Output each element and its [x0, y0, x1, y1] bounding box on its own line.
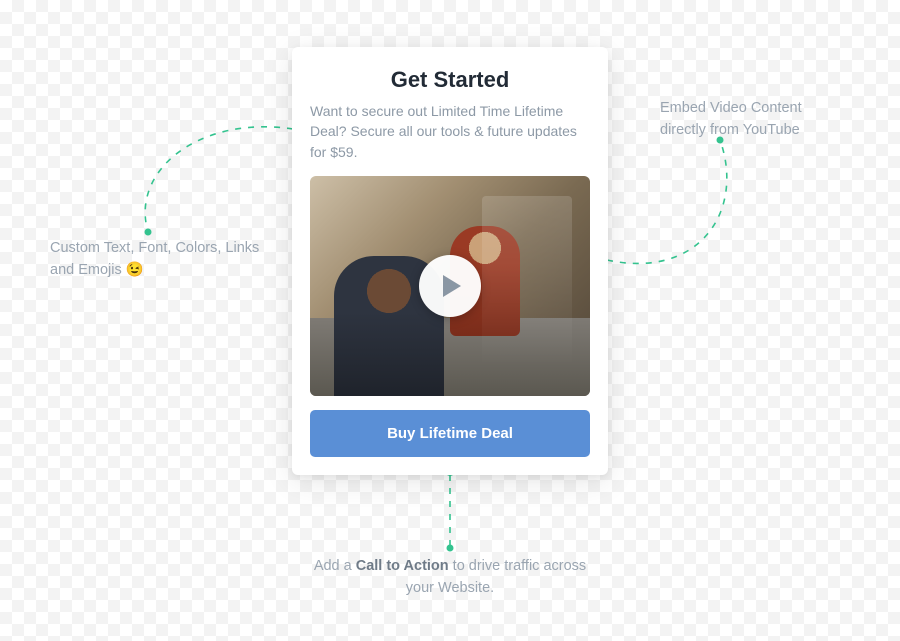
annotation-call-to-action: Add a Call to Action to drive traffic ac…: [300, 556, 600, 600]
card-description: Want to secure out Limited Time Lifetime…: [310, 101, 590, 162]
annotation-embed-video: Embed Video Content directly from YouTub…: [660, 98, 850, 142]
play-button[interactable]: [419, 255, 481, 317]
buy-lifetime-deal-button[interactable]: Buy Lifetime Deal: [310, 410, 590, 457]
promo-card: Get Started Want to secure out Limited T…: [292, 47, 608, 475]
annotation-cta-bold: Call to Action: [356, 558, 449, 574]
play-icon: [441, 274, 463, 298]
annotation-cta-prefix: Add a: [314, 558, 356, 574]
annotation-custom-text: Custom Text, Font, Colors, Links and Emo…: [50, 238, 280, 282]
card-title: Get Started: [310, 67, 590, 93]
video-thumbnail[interactable]: [310, 176, 590, 396]
